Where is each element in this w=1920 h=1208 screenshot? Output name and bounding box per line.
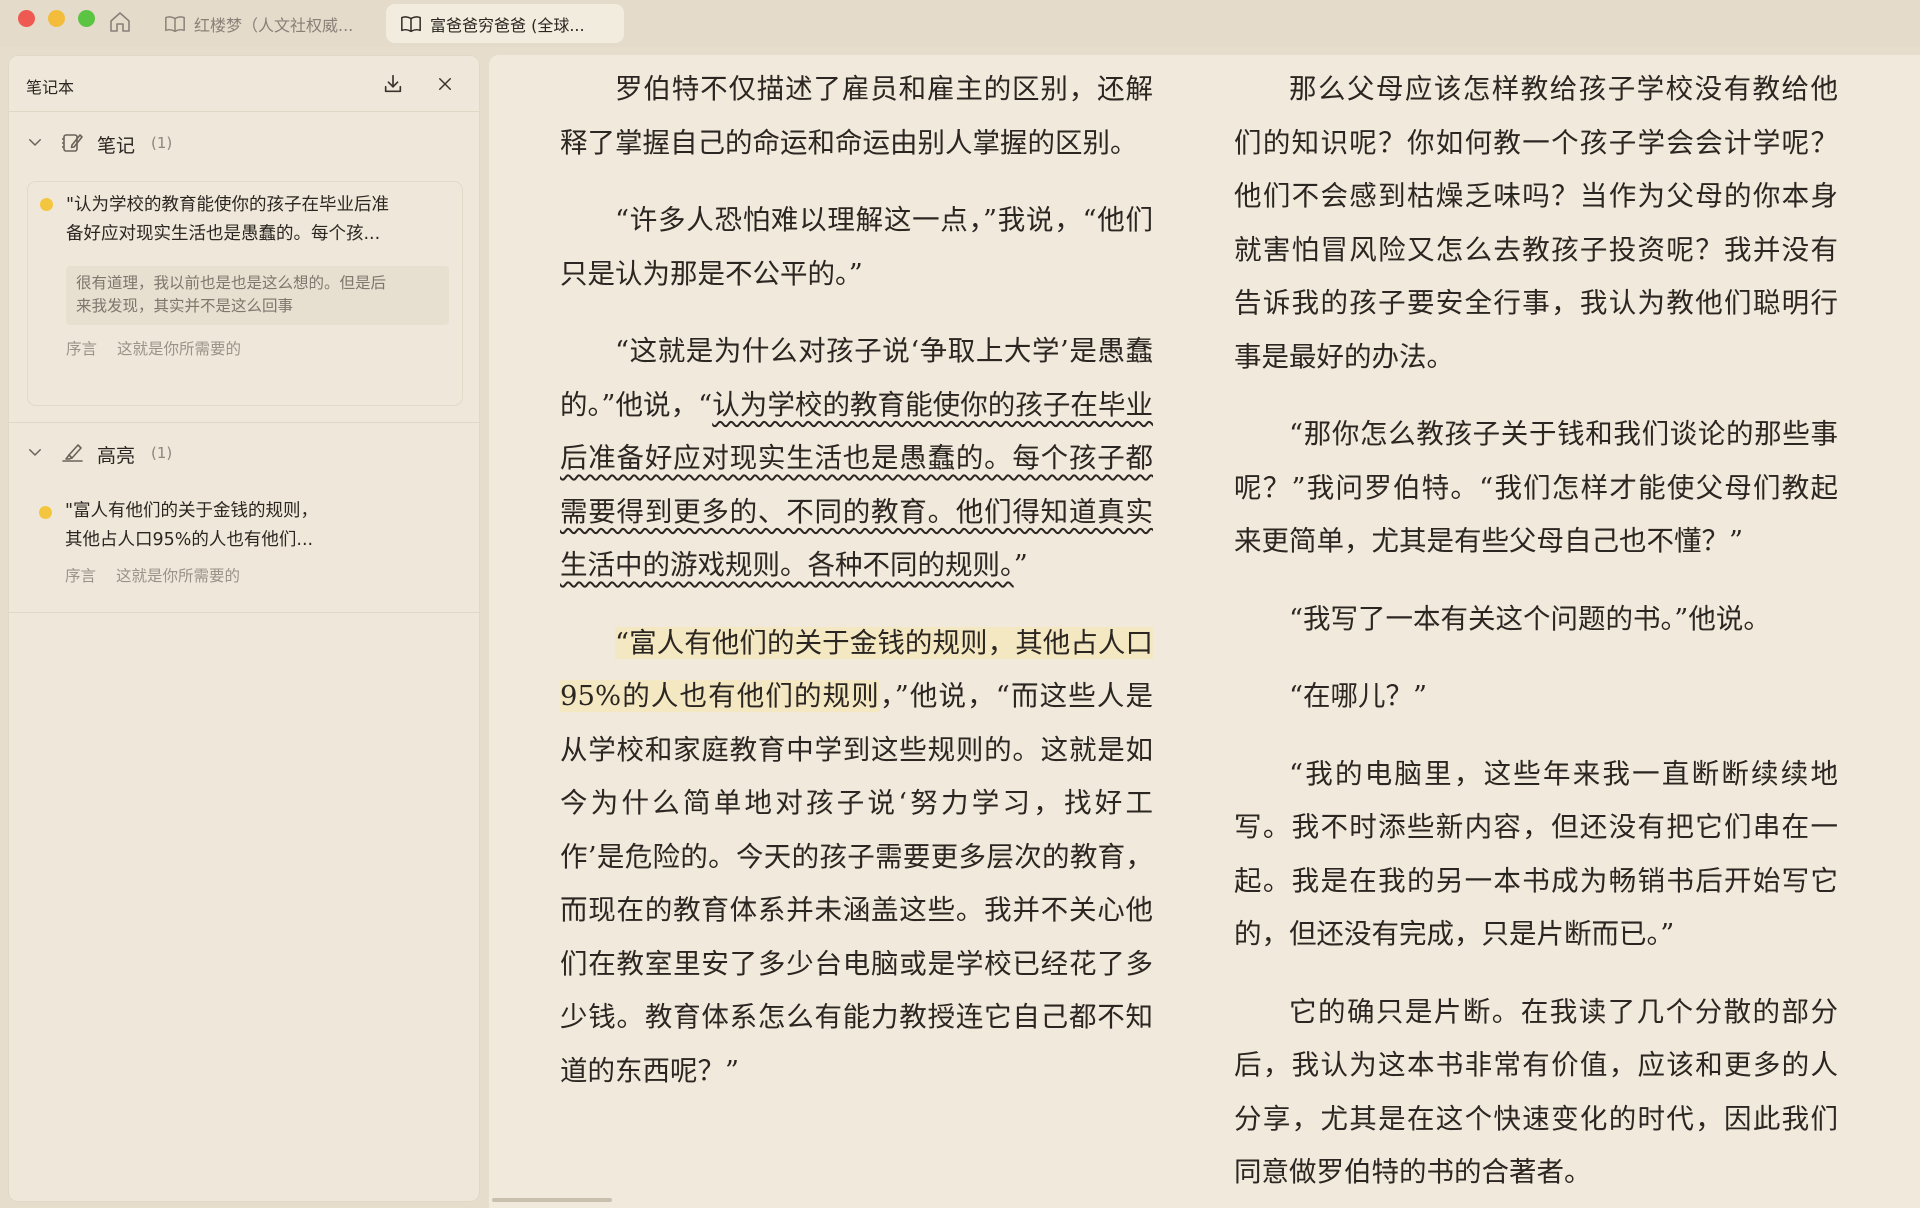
export-button[interactable] [381, 72, 405, 96]
paragraph: 那么父母应该怎样教给孩子学校没有教给他们的知识呢？你如何教一个孩子学会会计学呢？… [1234, 73, 1838, 373]
note-edit-icon [62, 134, 83, 152]
home-button[interactable] [106, 8, 134, 36]
tab-label: 富爸爸穷爸爸 (全球... [430, 15, 585, 35]
note-chapter: 序言 [66, 340, 98, 358]
paragraph: “在哪儿？” [1289, 680, 1428, 712]
highlights-section-header[interactable]: 高亮 (1) [9, 437, 479, 467]
page-column-left: 罗伯特不仅描述了雇员和雇主的区别，还解释了掌握自己的命运和命运由别人掌握的区别。… [560, 63, 1153, 1122]
note-section: 这就是你所需要的 [117, 340, 242, 358]
home-icon [110, 12, 130, 32]
notes-section-label: 笔记 [97, 135, 136, 157]
notes-section-header[interactable]: 笔记 (1) [9, 127, 479, 157]
highlight-quote: "富人有他们的关于金钱的规则， 其他占人口95%的人也有他们... [65, 501, 319, 550]
paragraph-with-highlight: “富人有他们的关于金钱的规则，其他占人口95%的人也有他们的规则，”他说，“而这… [560, 626, 1153, 1087]
note-color-dot [40, 198, 53, 211]
book-icon [165, 15, 185, 32]
paragraph: “我写了一本有关这个问题的书。”他说。 [1289, 602, 1771, 635]
sidebar-title: 笔记本 [26, 78, 75, 97]
tab-label: 红楼梦（人文社权威... [194, 15, 354, 35]
sidebar-header: 笔记本 [9, 56, 479, 112]
highlight-section: 这就是你所需要的 [116, 567, 241, 585]
note-comment: 很有道理，我以前也是也是这么想的。但是后 来我发现，其实并不是这么回事 [66, 266, 449, 325]
notes-count: (1) [151, 134, 173, 152]
paragraph: “许多人恐怕难以理解这一点，”我说，“他们只是认为那是不公平的。” [560, 204, 1153, 290]
highlight-color-dot [39, 506, 52, 519]
highlights-section-label: 高亮 [97, 445, 136, 467]
tab-book-hongloumeng[interactable]: 红楼梦（人文社权威... [150, 4, 380, 43]
paragraph-with-note: “这就是为什么对孩子说‘争取上大学’是愚蠢的。”他说，“认为学校的教育能使你的孩… [560, 335, 1154, 581]
minimize-window-button[interactable] [48, 10, 65, 27]
highlights-count: (1) [151, 444, 173, 462]
book-icon [401, 15, 421, 32]
tab-book-rich-dad[interactable]: 富爸爸穷爸爸 (全球... [386, 4, 624, 43]
page-column-right: 那么父母应该怎样教给孩子学校没有教给他们的知识呢？你如何教一个孩子学会会计学呢？… [1234, 63, 1838, 1208]
chevron-down-icon [29, 449, 41, 456]
note-item[interactable]: "认为学校的教育能使你的孩子在毕业后准 备好应对现实生活也是愚蠢的。每个孩...… [27, 181, 463, 406]
section-divider [9, 422, 479, 423]
horizontal-scrollbar[interactable] [492, 1198, 612, 1202]
highlight-location: 序言 这就是你所需要的 [65, 564, 240, 586]
chevron-down-icon [29, 139, 41, 146]
highlight-chapter: 序言 [65, 567, 97, 585]
note-quote: "认为学校的教育能使你的孩子在毕业后准 备好应对现实生活也是愚蠢的。每个孩... [66, 195, 390, 244]
note-location: 序言 这就是你所需要的 [66, 337, 241, 359]
highlighter-icon [62, 444, 83, 462]
reader-page[interactable]: 罗伯特不仅描述了雇员和雇主的区别，还解释了掌握自己的命运和命运由别人掌握的区别。… [489, 55, 1920, 1208]
close-window-button[interactable] [18, 10, 35, 27]
paragraph: “我的电脑里，这些年来我一直断断续续地写。我不时添些新内容，但还没有把它们串在一… [1234, 757, 1838, 951]
paragraph: 罗伯特不仅描述了雇员和雇主的区别，还解释了掌握自己的命运和命运由别人掌握的区别。 [560, 73, 1153, 159]
close-sidebar-button[interactable] [433, 72, 457, 96]
highlight-item[interactable]: "富人有他们的关于金钱的规则， 其他占人口95%的人也有他们... 序言 这就是你… [27, 490, 463, 650]
section-divider [9, 612, 479, 613]
notebook-sidebar: 笔记本 笔记 (1) "认为学校的教育能使你的孩子在毕业后准 备好应对现实生活也… [8, 55, 480, 1202]
zoom-window-button[interactable] [78, 10, 95, 27]
close-icon [439, 78, 451, 90]
paragraph: 它的确只是片断。在我读了几个分散的部分后，我认为这本书非常有价值，应该和更多的人… [1234, 995, 1838, 1189]
title-bar: 红楼梦（人文社权威... 富爸爸穷爸爸 (全球... [0, 0, 1920, 47]
paragraph: “那你怎么教孩子关于钱和我们谈论的那些事呢？”我问罗伯特。“我们怎样才能使父母们… [1234, 418, 1838, 557]
download-icon [384, 74, 402, 93]
